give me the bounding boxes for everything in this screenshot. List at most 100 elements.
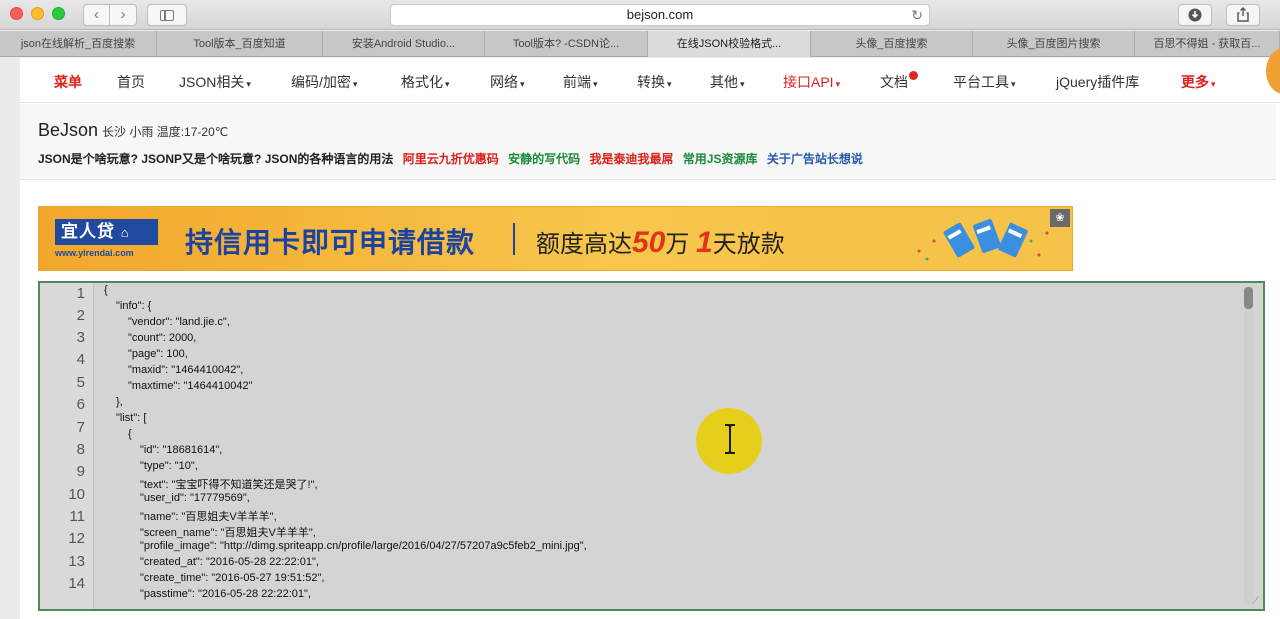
caret-down-icon: ▾ [740,79,745,89]
line-number: 13 [68,553,85,570]
tab-avatar-search[interactable]: 头像_百度搜索 [811,31,973,57]
menu-item-network[interactable]: 网络 ▾ [490,72,525,92]
code-line: "maxtime": "1464410042" [128,380,253,392]
resize-handle-icon[interactable]: ⟋ [1252,596,1259,607]
browser-titlebar: ‹ › bejson.com ↻ [0,0,1280,30]
link-ad-note[interactable]: 关于广告站长想说 [767,152,863,166]
menu-label: 转换 [637,74,665,90]
banner-unit: 万 [665,231,690,258]
tab-bejson-active[interactable]: 在线JSON校验格式... [648,31,811,57]
code-line: "count": 2000, [128,332,197,344]
tab-tool-zhidao[interactable]: Tool版本_百度知道 [157,31,323,57]
link-quiet-coding[interactable]: 安静的写代码 [508,152,580,166]
menu-label: JSON相关 [179,74,245,90]
caret-down-icon: ▾ [1211,79,1216,89]
menu-item-jquery[interactable]: jQuery插件库 [1056,72,1139,92]
share-button[interactable] [1226,4,1260,26]
menu-item-json[interactable]: JSON相关 ▾ [179,72,251,92]
scrollbar-thumb[interactable] [1244,287,1253,309]
menu-item-home[interactable]: 首页 [117,72,145,92]
logo-emblem-icon: ⌂ [120,225,130,240]
link-aliyun-coupon[interactable]: 阿里云九折优惠码 [403,152,499,166]
logo-url: www.yirendai.com [55,248,134,258]
site-brand: BeJson 长沙 小雨 温度:17-20℃ [38,120,228,141]
menu-label: 网络 [490,74,518,90]
back-button[interactable]: ‹ [83,4,110,26]
tab-avatar-image-search[interactable]: 头像_百度图片搜索 [973,31,1135,57]
menu-label: 文档 [880,74,908,90]
banner-subline: 额度高达50万 1天放款 [536,224,785,260]
menu-label: 平台工具 [953,74,1009,90]
line-number: 14 [68,575,85,592]
caret-down-icon: ▾ [246,79,251,89]
code-line: "profile_image": "http://dimg.spriteapp.… [140,540,587,552]
json-editor[interactable]: 1 2 3 4 5 6 7 8 9 10 11 12 13 14 { "info… [38,281,1265,611]
line-number: 8 [76,441,85,458]
line-number: 1 [76,285,85,302]
code-area[interactable]: { "info": { "vendor": "land.jie.c", "cou… [102,283,1222,609]
banner-divider [513,223,515,255]
link-json-intro[interactable]: JSON是个啥玩意? JSONP又是个啥玩意? JSON的各种语言的用法 [38,152,393,166]
tab-android-studio[interactable]: 安装Android Studio... [323,31,485,57]
code-line: "list": [ [116,412,147,424]
info-panel: BeJson 长沙 小雨 温度:17-20℃ JSON是个啥玩意? JSONP又是… [20,104,1276,180]
line-number-gutter: 1 2 3 4 5 6 7 8 9 10 11 12 13 14 [40,283,94,609]
share-icon [1237,7,1249,22]
banner-headline: 持信用卡即可申请借款 [185,227,476,258]
downloads-button[interactable] [1178,4,1212,26]
menu-item-platform-tools[interactable]: 平台工具 ▾ [953,72,1016,92]
menu-label: 格式化 [401,74,443,90]
menu-item-convert[interactable]: 转换 ▾ [637,72,672,92]
logo-text: 宜人贷 [61,222,115,241]
menu-item-encode[interactable]: 编码/加密 ▾ [291,72,357,92]
menu-label: 更多 [1181,74,1209,90]
line-number: 5 [76,374,85,391]
ad-banner[interactable]: 宜人贷 ⌂ www.yirendai.com 持信用卡即可申请借款 额度高达50… [38,206,1073,271]
line-number: 10 [68,486,85,503]
menu-item-more[interactable]: 更多 ▾ [1181,72,1216,92]
link-teddy[interactable]: 我是泰迪我最屌 [589,152,673,166]
mouse-cursor-highlight [696,408,762,474]
menu-label: 编码/加密 [291,74,351,90]
menu-item-api[interactable]: 接口API ▾ [783,72,840,92]
promo-links: JSON是个啥玩意? JSONP又是个啥玩意? JSON的各种语言的用法 阿里云… [38,150,869,167]
caret-down-icon: ▾ [352,79,358,89]
sidebar-toggle-button[interactable] [147,4,187,26]
editor-scrollbar[interactable] [1244,287,1253,605]
link-js-resources[interactable]: 常用JS资源库 [683,152,758,166]
code-line: "id": "18681614", [140,444,223,456]
tab-baisi[interactable]: 百思不得姐 - 获取百... [1135,31,1280,57]
menu-item-docs[interactable]: 文档 [880,71,918,92]
line-number: 2 [76,307,85,324]
menu-label: 前端 [563,74,591,90]
caret-down-icon: ▾ [1011,79,1016,89]
download-icon [1188,8,1202,22]
line-number: 6 [76,396,85,413]
window-minimize-button[interactable] [31,7,44,20]
address-bar[interactable]: bejson.com ↻ [390,4,930,26]
menu-item-frontend[interactable]: 前端 ▾ [563,72,598,92]
code-line: "page": 100, [128,348,188,360]
code-line: "created_at": "2016-05-28 22:22:01", [140,556,319,568]
code-line: "maxid": "1464410042", [128,364,244,376]
window-maximize-button[interactable] [52,7,65,20]
notification-dot [909,71,918,80]
tab-json-search[interactable]: json在线解析_百度搜索 [0,31,157,57]
reload-icon[interactable]: ↻ [911,5,923,25]
sidebar-icon [160,10,174,21]
code-line: "text": "宝宝吓得不知道笑还是哭了!", [140,479,318,491]
menu-label: 其他 [710,74,738,90]
menu-item-other[interactable]: 其他 ▾ [710,72,745,92]
code-line: }, [116,396,123,408]
web-page: 菜单 首页 JSON相关 ▾ 编码/加密 ▾ 格式化 ▾ 网络 ▾ 前端 ▾ 转换 ▾ 其他… [20,48,1280,619]
menu-item-format[interactable]: 格式化 ▾ [401,72,450,92]
site-menu-bar: 菜单 首页 JSON相关 ▾ 编码/加密 ▾ 格式化 ▾ 网络 ▾ 前端 ▾ 转换 ▾ 其他… [20,48,1280,103]
window-close-button[interactable] [10,7,23,20]
forward-button[interactable]: › [110,4,137,26]
yirendai-logo: 宜人贷 ⌂ [55,219,158,245]
menu-item-menu[interactable]: 菜单 [54,72,82,92]
line-number: 9 [76,463,85,480]
ad-badge-icon[interactable]: ❀ [1050,209,1070,227]
tab-csdn[interactable]: Tool版本? -CSDN论... [485,31,648,57]
line-number: 11 [69,508,85,525]
